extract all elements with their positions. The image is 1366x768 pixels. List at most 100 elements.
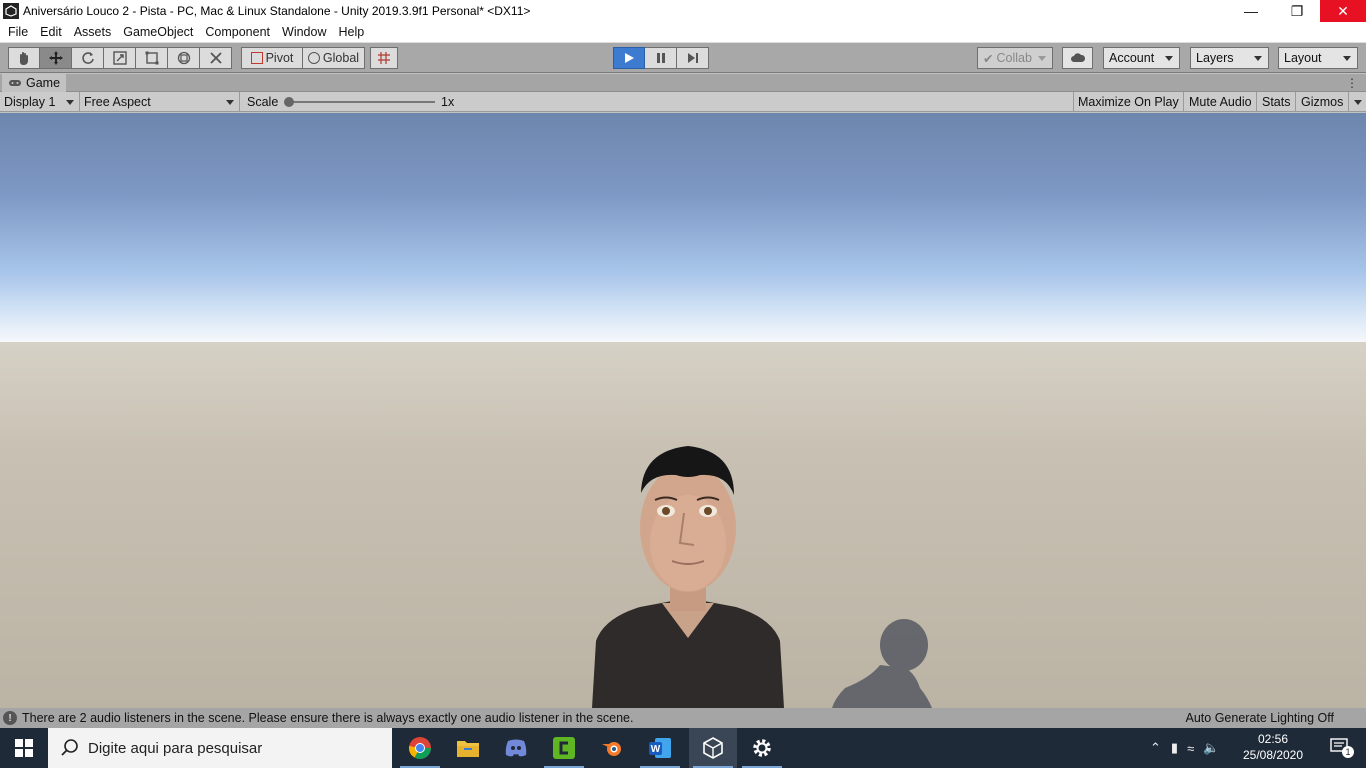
- volume-icon[interactable]: 🔈: [1203, 740, 1219, 756]
- camtasia-icon[interactable]: [540, 728, 588, 768]
- gamepad-icon: [9, 80, 21, 86]
- transform-tool-icon[interactable]: [168, 47, 200, 69]
- chevron-down-icon: [226, 100, 234, 105]
- global-label: Global: [322, 51, 360, 65]
- taskbar-search-input[interactable]: Digite aqui para pesquisar: [48, 728, 392, 768]
- unity-icon[interactable]: [689, 728, 737, 768]
- mute-audio-toggle[interactable]: Mute Audio: [1185, 92, 1257, 112]
- chevron-down-icon: [66, 100, 74, 105]
- play-icon: [625, 53, 634, 63]
- battery-icon[interactable]: ▮: [1171, 740, 1178, 756]
- discord-icon[interactable]: [492, 728, 540, 768]
- layout-dropdown[interactable]: Layout: [1278, 47, 1358, 69]
- status-message[interactable]: There are 2 audio listeners in the scene…: [22, 711, 633, 725]
- window-title: Aniversário Louco 2 - Pista - PC, Mac & …: [23, 4, 531, 18]
- scale-slider-thumb[interactable]: [284, 97, 294, 107]
- wifi-icon[interactable]: ≈: [1187, 741, 1194, 756]
- step-button[interactable]: [677, 47, 709, 69]
- play-button[interactable]: [613, 47, 645, 69]
- collab-dropdown[interactable]: ✔ Collab: [977, 47, 1053, 69]
- taskbar-clock[interactable]: 02:56 25/08/2020: [1238, 731, 1308, 763]
- info-icon: !: [3, 711, 17, 725]
- character-shadow: [832, 619, 932, 708]
- system-tray: ⌃ ▮ ≈ 🔈: [1150, 728, 1219, 768]
- layers-dropdown[interactable]: Layers: [1190, 47, 1269, 69]
- close-icon[interactable]: ✕: [1320, 0, 1366, 22]
- account-label: Account: [1109, 51, 1155, 65]
- unity-app-icon: [3, 3, 19, 19]
- display-label: Display 1: [4, 95, 56, 109]
- chrome-icon[interactable]: [396, 728, 444, 768]
- game-viewport[interactable]: [0, 113, 1366, 708]
- blender-icon[interactable]: [588, 728, 636, 768]
- hand-tool-icon[interactable]: [8, 47, 40, 69]
- menu-component[interactable]: Component: [199, 25, 276, 39]
- pivot-button[interactable]: Pivot: [241, 47, 303, 69]
- character-avatar: [592, 446, 784, 708]
- pause-icon: [656, 53, 665, 63]
- minimize-icon[interactable]: —: [1228, 0, 1274, 22]
- pause-button[interactable]: [645, 47, 677, 69]
- windows-start-icon[interactable]: [0, 728, 48, 768]
- menu-gameobject[interactable]: GameObject: [117, 25, 199, 39]
- notification-icon[interactable]: 1: [1330, 738, 1354, 759]
- more-options-icon[interactable]: ⋮: [1346, 76, 1358, 90]
- chevron-up-icon[interactable]: ⌃: [1150, 740, 1161, 756]
- scale-tool-icon[interactable]: [104, 47, 136, 69]
- menu-assets[interactable]: Assets: [68, 25, 118, 39]
- custom-tools-icon[interactable]: [200, 47, 232, 69]
- settings-icon[interactable]: [738, 728, 786, 768]
- search-icon: [61, 739, 78, 756]
- word-icon[interactable]: W: [636, 728, 684, 768]
- pivot-icon: [250, 52, 263, 64]
- maximize-on-play-toggle[interactable]: Maximize On Play: [1073, 92, 1184, 112]
- playmode-controls: [613, 47, 709, 69]
- clock-date: 25/08/2020: [1242, 748, 1304, 762]
- pivot-global-toggles: Pivot Global: [241, 47, 365, 69]
- global-button[interactable]: Global: [303, 47, 365, 69]
- menu-file[interactable]: File: [2, 25, 34, 39]
- game-tab-bar: Game ⋮: [0, 74, 1366, 92]
- file-explorer-icon[interactable]: [444, 728, 492, 768]
- globe-icon: [307, 52, 320, 64]
- tab-game[interactable]: Game: [2, 74, 67, 92]
- clock-time: 02:56: [1257, 732, 1289, 746]
- scale-value: 1x: [441, 95, 455, 109]
- display-dropdown[interactable]: Display 1: [0, 92, 80, 112]
- aspect-label: Free Aspect: [84, 95, 151, 109]
- menu-window[interactable]: Window: [276, 25, 332, 39]
- grid-snap-icon[interactable]: [370, 47, 398, 69]
- layout-label: Layout: [1284, 51, 1322, 65]
- search-placeholder: Digite aqui para pesquisar: [88, 739, 263, 757]
- aspect-dropdown[interactable]: Free Aspect: [80, 92, 240, 112]
- restore-icon[interactable]: ❐: [1274, 0, 1320, 22]
- chevron-down-icon: [1254, 56, 1262, 61]
- stats-toggle[interactable]: Stats: [1258, 92, 1296, 112]
- menu-bar: File Edit Assets GameObject Component Wi…: [0, 22, 1366, 43]
- collab-label: Collab: [996, 51, 1032, 65]
- tab-game-label: Game: [26, 76, 61, 90]
- account-dropdown[interactable]: Account: [1103, 47, 1180, 69]
- status-bar: ! There are 2 audio listeners in the sce…: [0, 708, 1366, 728]
- check-icon: ✔: [983, 51, 994, 66]
- scale-slider[interactable]: [288, 101, 435, 103]
- menu-help[interactable]: Help: [332, 25, 370, 39]
- chevron-down-icon: [1354, 100, 1362, 105]
- rect-tool-icon[interactable]: [136, 47, 168, 69]
- move-tool-icon[interactable]: [40, 47, 72, 69]
- chevron-down-icon: [1165, 56, 1173, 61]
- rotate-tool-icon[interactable]: [72, 47, 104, 69]
- chevron-down-icon: [1038, 56, 1046, 61]
- notification-count: 1: [1342, 746, 1354, 758]
- step-icon: [687, 53, 698, 63]
- chevron-down-icon: [1343, 56, 1351, 61]
- gizmos-toggle[interactable]: Gizmos: [1297, 92, 1349, 112]
- window-title-bar: Aniversário Louco 2 - Pista - PC, Mac & …: [0, 0, 1366, 22]
- gizmos-dropdown[interactable]: [1349, 92, 1366, 112]
- cloud-button[interactable]: [1062, 47, 1093, 69]
- windows-taskbar: Digite aqui para pesquisar W ⌃ ▮ ≈ 🔈 02:…: [0, 728, 1366, 768]
- svg-text:W: W: [651, 744, 661, 755]
- snap-group: [370, 47, 398, 69]
- menu-edit[interactable]: Edit: [34, 25, 68, 39]
- pivot-label: Pivot: [265, 51, 294, 65]
